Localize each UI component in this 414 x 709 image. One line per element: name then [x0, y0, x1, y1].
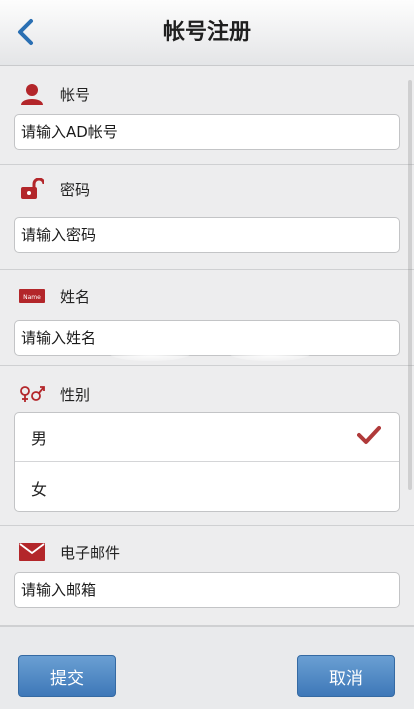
gender-icon: [18, 382, 46, 406]
gender-label-row: 性别: [18, 374, 90, 414]
account-input[interactable]: [14, 114, 400, 150]
password-input[interactable]: [14, 217, 400, 253]
name-tag-text: Name: [23, 294, 41, 301]
gender-label: 性别: [60, 385, 91, 404]
submit-button[interactable]: 提交: [18, 655, 116, 697]
gender-radio-group: 男 女: [14, 412, 400, 512]
name-section: Name 姓名: [0, 270, 414, 366]
gender-option-male[interactable]: 男: [15, 413, 399, 462]
user-icon: [18, 82, 46, 106]
cancel-button[interactable]: 取消: [297, 655, 395, 697]
account-section: 帐号: [0, 66, 414, 165]
name-input[interactable]: [14, 320, 400, 356]
top-bar: 帐号注册: [0, 0, 414, 66]
gender-option-label: 男: [31, 429, 48, 448]
account-label-row: 帐号: [18, 74, 90, 114]
scroll-highlight: [230, 347, 310, 361]
gender-option-female[interactable]: 女: [15, 463, 399, 511]
email-input[interactable]: [14, 572, 400, 608]
gender-section: 性别 男 女: [0, 366, 414, 526]
form-content: 帐号 密码 Name 姓名: [0, 66, 414, 626]
account-label: 帐号: [60, 85, 91, 104]
mail-icon: [18, 540, 46, 564]
gender-option-label: 女: [31, 479, 48, 499]
password-section: 密码: [0, 165, 414, 270]
scroll-highlight: [110, 347, 190, 361]
email-label: 电子邮件: [60, 543, 121, 562]
password-label: 密码: [60, 180, 91, 199]
email-label-row: 电子邮件: [18, 532, 120, 572]
name-label: 姓名: [60, 287, 91, 306]
name-tag-icon: Name: [18, 284, 46, 308]
password-label-row: 密码: [18, 169, 90, 209]
email-section: 电子邮件: [0, 526, 414, 626]
unlock-icon: [18, 177, 46, 201]
footer-bar: 提交 取消: [0, 626, 414, 709]
name-label-row: Name 姓名: [18, 276, 90, 316]
scrollbar[interactable]: [408, 80, 412, 490]
check-icon: [357, 425, 381, 449]
page-title: 帐号注册: [162, 20, 251, 45]
